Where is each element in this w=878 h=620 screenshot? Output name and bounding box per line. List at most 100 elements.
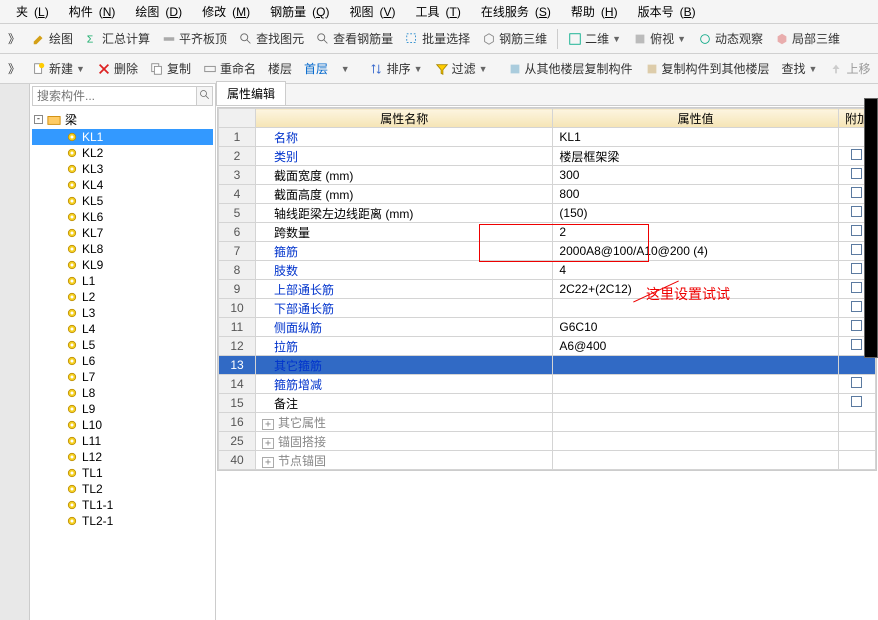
floor-select[interactable]: 首层 ▼ [300, 58, 354, 79]
tree-item[interactable]: L9 [32, 401, 213, 417]
checkbox[interactable] [851, 339, 862, 350]
checkbox[interactable] [851, 149, 862, 160]
prop-value[interactable]: 4 [553, 261, 839, 280]
menu-item[interactable]: 钢筋量(Q) [258, 1, 335, 22]
prop-value[interactable]: 800 [553, 185, 839, 204]
up-button[interactable]: 上移 [825, 58, 874, 79]
tree-item[interactable]: L7 [32, 369, 213, 385]
checkbox[interactable] [851, 263, 862, 274]
sort-button[interactable]: 排序 ▼ [366, 58, 427, 79]
search-input[interactable] [33, 87, 196, 105]
dynamic-button[interactable]: 动态观察 [694, 28, 767, 49]
tree-item[interactable]: KL8 [32, 241, 213, 257]
checkbox[interactable] [851, 244, 862, 255]
tree-item[interactable]: L1 [32, 273, 213, 289]
grid-row[interactable]: 5轴线距梁左边线距离 (mm) (150) [219, 204, 876, 223]
grid-row[interactable]: 1名称KL1 [219, 128, 876, 147]
find-elem-button[interactable]: 查找图元 [235, 28, 308, 49]
grid-row[interactable]: 2类别楼层框架梁 [219, 147, 876, 166]
grid-row[interactable]: 16+其它属性 [219, 413, 876, 432]
grid-row[interactable]: 7箍筋2000A8@100/A10@200 (4) [219, 242, 876, 261]
grid-row[interactable]: 8肢数4 [219, 261, 876, 280]
menu-item[interactable]: 修改(M) [190, 1, 256, 22]
tree-root[interactable]: - 梁 [32, 110, 213, 129]
checkbox[interactable] [851, 206, 862, 217]
tree-item[interactable]: KL9 [32, 257, 213, 273]
grid-row[interactable]: 25+锚固搭接 [219, 432, 876, 451]
delete-button[interactable]: 删除 [93, 58, 142, 79]
grid-row[interactable]: 12拉筋A6@400 [219, 337, 876, 356]
grid-row[interactable]: 14箍筋增减 [219, 375, 876, 394]
expand-icon[interactable]: + [262, 419, 274, 430]
grid-row[interactable]: 13其它箍筋 [219, 356, 876, 375]
copy-to-button[interactable]: 复制构件到其他楼层 [641, 58, 774, 79]
tree-item[interactable]: KL6 [32, 209, 213, 225]
tree-item[interactable]: L5 [32, 337, 213, 353]
tree-item[interactable]: L12 [32, 449, 213, 465]
tree-item[interactable]: KL4 [32, 177, 213, 193]
toggle-button[interactable]: 》 [4, 58, 24, 79]
tree-item[interactable]: KL2 [32, 145, 213, 161]
prop-value[interactable]: 楼层框架梁 [553, 147, 839, 166]
summary-button[interactable]: Σ汇总计算 [81, 28, 154, 49]
new-button[interactable]: 新建 ▼ [28, 58, 89, 79]
checkbox[interactable] [851, 282, 862, 293]
checkbox[interactable] [851, 301, 862, 312]
menu-item[interactable]: 视图(V) [337, 1, 401, 22]
collapse-icon[interactable]: - [34, 115, 43, 124]
local3d-button[interactable]: 局部三维 [771, 28, 844, 49]
grid-row[interactable]: 4截面高度 (mm)800 [219, 185, 876, 204]
prop-value[interactable]: G6C10 [553, 318, 839, 337]
tree-item[interactable]: L10 [32, 417, 213, 433]
grid-row[interactable]: 40+节点锚固 [219, 451, 876, 470]
prop-value[interactable] [553, 432, 839, 451]
tree-item[interactable]: L11 [32, 433, 213, 449]
menu-item[interactable]: 版本号(B) [626, 1, 702, 22]
menu-item[interactable]: 绘图(D) [123, 1, 188, 22]
menu-item[interactable]: 在线服务(S) [469, 1, 557, 22]
grid-row[interactable]: 15备注 [219, 394, 876, 413]
checkbox[interactable] [851, 396, 862, 407]
toggle-button[interactable]: 》 [4, 28, 24, 49]
checkbox[interactable] [851, 320, 862, 331]
menu-item[interactable]: 构件(N) [57, 1, 122, 22]
copy-button[interactable]: 复制 [146, 58, 195, 79]
find-rebar-button[interactable]: 查看钢筋量 [312, 28, 397, 49]
menu-item[interactable]: 夹(L) [4, 1, 55, 22]
batch-select-button[interactable]: 批量选择 [401, 28, 474, 49]
tree-item[interactable]: L2 [32, 289, 213, 305]
expand-icon[interactable]: + [262, 457, 274, 468]
prop-value[interactable] [553, 299, 839, 318]
grid-row[interactable]: 3截面宽度 (mm)300 [219, 166, 876, 185]
find-button[interactable]: 查找 ▼ [778, 58, 822, 79]
grid-row[interactable]: 11侧面纵筋G6C10 [219, 318, 876, 337]
prop-value[interactable] [553, 451, 839, 470]
checkbox[interactable] [851, 187, 862, 198]
prop-value[interactable] [553, 394, 839, 413]
prop-value[interactable] [553, 413, 839, 432]
prop-value[interactable]: 2 [553, 223, 839, 242]
tree-item[interactable]: L8 [32, 385, 213, 401]
tree-item[interactable]: KL3 [32, 161, 213, 177]
copy-from-button[interactable]: 从其他楼层复制构件 [504, 58, 637, 79]
align-button[interactable]: 平齐板顶 [158, 28, 231, 49]
tree-item[interactable]: TL1-1 [32, 497, 213, 513]
prop-value[interactable]: 300 [553, 166, 839, 185]
2d-button[interactable]: 二维 ▼ [564, 28, 625, 49]
menu-item[interactable]: 工具(T) [403, 1, 466, 22]
prop-value[interactable] [553, 375, 839, 394]
checkbox[interactable] [851, 168, 862, 179]
prop-value[interactable]: 2000A8@100/A10@200 (4) [553, 242, 839, 261]
checkbox[interactable] [851, 225, 862, 236]
rename-button[interactable]: 重命名 [199, 58, 260, 79]
tree-item[interactable]: TL1 [32, 465, 213, 481]
checkbox[interactable] [851, 377, 862, 388]
tree-item[interactable]: L6 [32, 353, 213, 369]
prop-value[interactable]: (150) [553, 204, 839, 223]
menu-item[interactable]: 帮助(H) [559, 1, 624, 22]
tree-item[interactable]: TL2-1 [32, 513, 213, 529]
prop-value[interactable]: A6@400 [553, 337, 839, 356]
tree-item[interactable]: KL7 [32, 225, 213, 241]
prop-value[interactable]: KL1 [553, 128, 839, 147]
tree-item[interactable]: TL2 [32, 481, 213, 497]
